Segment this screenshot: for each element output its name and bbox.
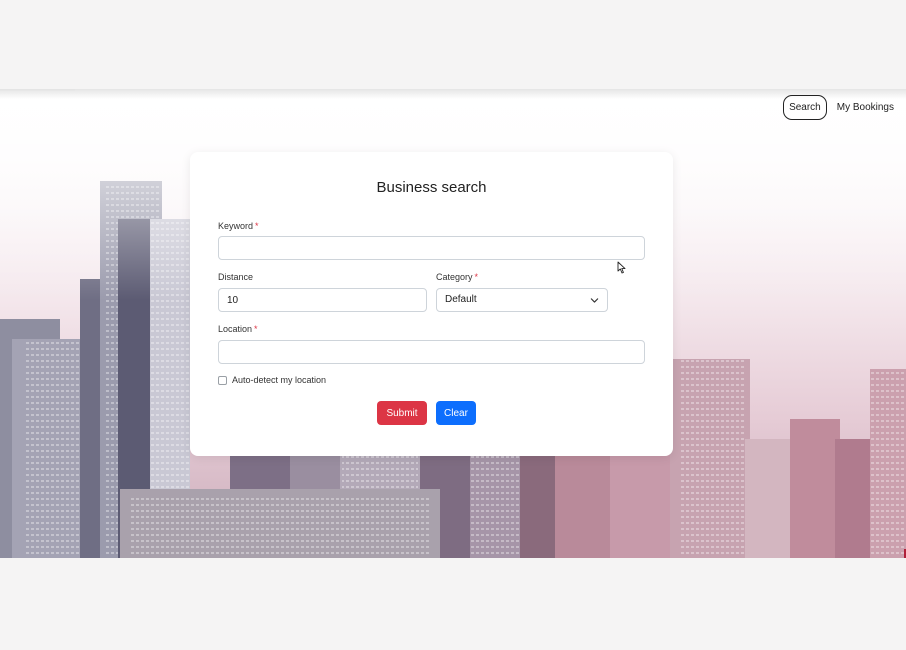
distance-label: Distance: [218, 272, 254, 282]
keyword-input[interactable]: [218, 236, 645, 260]
required-marker: *: [474, 272, 479, 282]
nav-my-bookings-button[interactable]: My Bookings: [837, 102, 894, 113]
required-marker: *: [255, 221, 259, 231]
header-shadow: [0, 89, 906, 99]
top-nav: Search My Bookings: [783, 95, 894, 120]
category-selected-value: Default: [445, 294, 477, 305]
category-label: Category *: [436, 272, 478, 282]
clear-button[interactable]: Clear: [436, 401, 476, 425]
keyword-label-text: Keyword: [218, 221, 254, 231]
auto-detect-checkbox[interactable]: [218, 376, 227, 385]
category-label-text: Category: [436, 272, 473, 282]
page-title: Business search: [376, 179, 487, 196]
location-input[interactable]: [218, 340, 645, 364]
submit-button[interactable]: Submit: [377, 401, 427, 425]
mouse-cursor-icon: [617, 261, 626, 274]
top-blank-band: [0, 0, 906, 89]
location-label-text: Location: [218, 324, 253, 334]
chevron-down-icon: [590, 298, 599, 303]
business-search-card: Business search Keyword* Distance Catego…: [190, 152, 673, 456]
nav-search-button[interactable]: Search: [783, 95, 827, 120]
distance-input[interactable]: [218, 288, 427, 312]
keyword-label: Keyword *: [218, 221, 259, 231]
location-label: Location *: [218, 324, 258, 334]
required-marker: *: [254, 324, 258, 334]
auto-detect-label[interactable]: Auto-detect my location: [232, 375, 326, 385]
bottom-blank-band: [0, 558, 906, 650]
category-select[interactable]: Default: [436, 288, 608, 312]
